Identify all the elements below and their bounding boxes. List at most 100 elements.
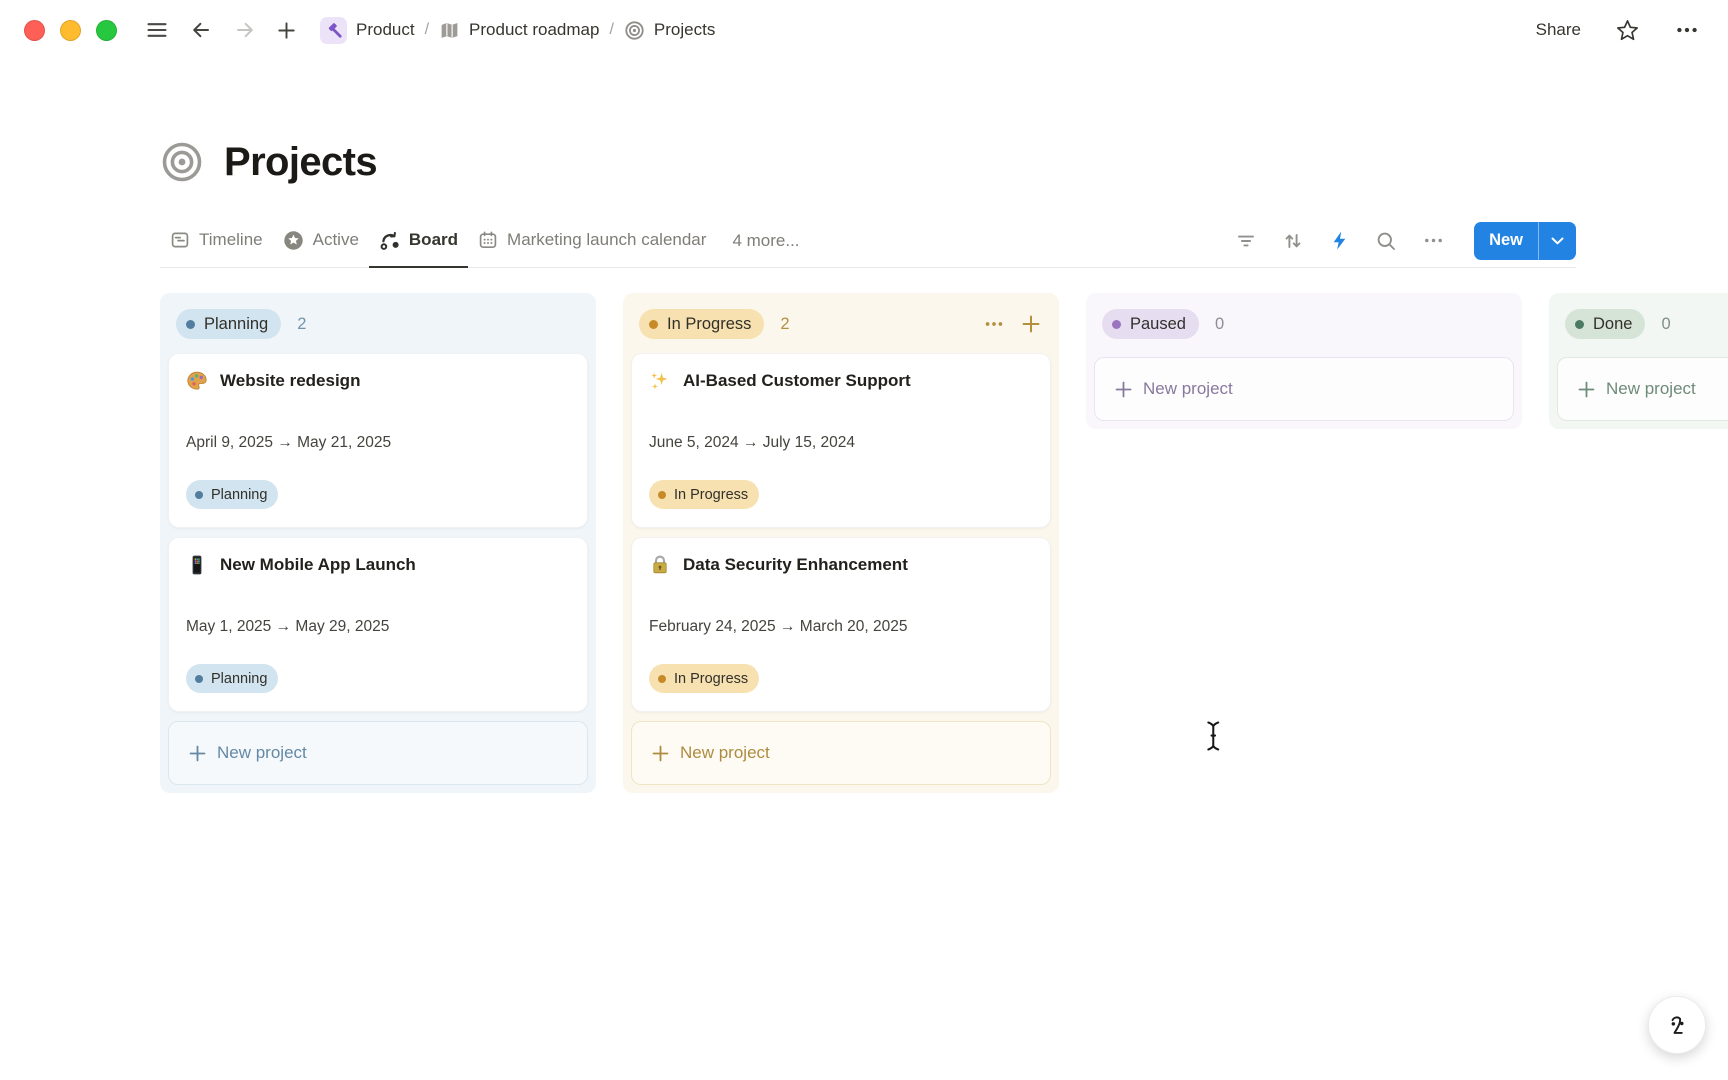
- tab-active[interactable]: Active: [273, 215, 369, 268]
- page-options-button[interactable]: [1674, 17, 1700, 43]
- plus-icon: [1021, 314, 1041, 334]
- sort-icon: [1282, 230, 1304, 252]
- project-card-data-security-enhancement[interactable]: Data Security Enhancement February 24, 2…: [631, 537, 1051, 712]
- breadcrumb-projects[interactable]: Projects: [618, 16, 721, 45]
- target-icon[interactable]: [160, 140, 204, 184]
- lock-icon: [649, 554, 671, 576]
- project-card-ai-based-customer-support[interactable]: AI-Based Customer Support June 5, 2024 →…: [631, 353, 1051, 528]
- page-header: Projects: [160, 136, 1728, 188]
- card-title: Website redesign: [220, 371, 360, 391]
- lightning-bolt-icon: [1329, 230, 1350, 251]
- close-window-button[interactable]: [24, 20, 45, 41]
- breadcrumb-label: Product: [356, 20, 415, 40]
- status-dot-icon: [1575, 320, 1584, 329]
- column-header: Done 0: [1557, 301, 1728, 353]
- filter-button[interactable]: [1235, 230, 1257, 252]
- column-name: Done: [1593, 315, 1632, 334]
- card-date-range: June 5, 2024 → July 15, 2024: [649, 434, 1033, 452]
- new-project-button[interactable]: New project: [168, 721, 588, 785]
- column-status-pill[interactable]: In Progress: [639, 309, 764, 339]
- tab-timeline[interactable]: Timeline: [160, 215, 273, 268]
- hamburger-icon: [145, 18, 169, 42]
- card-date-range: April 9, 2025 → May 21, 2025: [186, 434, 570, 452]
- tab-label: Active: [313, 230, 359, 250]
- new-project-label: New project: [680, 743, 770, 763]
- search-button[interactable]: [1375, 230, 1397, 252]
- column-name: Planning: [204, 315, 268, 334]
- card-status-pill: Planning: [186, 480, 278, 509]
- board-view: Planning 2 Website redesign: [160, 293, 1728, 793]
- tab-label: Board: [409, 230, 458, 250]
- breadcrumb: Product / Product roadmap / Projects: [314, 13, 721, 48]
- minimize-window-button[interactable]: [60, 20, 81, 41]
- breadcrumb-label: Projects: [654, 20, 715, 40]
- target-icon: [624, 20, 645, 41]
- filter-icon: [1235, 230, 1257, 252]
- new-project-button[interactable]: New project: [1557, 357, 1728, 421]
- card-status-label: Planning: [211, 487, 267, 503]
- new-split-button: New: [1474, 222, 1576, 260]
- back-button[interactable]: [189, 18, 213, 42]
- sidebar-toggle-button[interactable]: [145, 18, 169, 42]
- map-icon: [439, 20, 460, 41]
- card-title: AI-Based Customer Support: [683, 371, 911, 391]
- palette-icon: [186, 370, 208, 392]
- card-title: Data Security Enhancement: [683, 555, 908, 575]
- column-status-pill[interactable]: Paused: [1102, 309, 1199, 339]
- card-status-pill: In Progress: [649, 480, 759, 509]
- breadcrumb-product-roadmap[interactable]: Product roadmap: [433, 16, 605, 45]
- breadcrumb-separator: /: [609, 21, 613, 39]
- ellipsis-icon: [983, 313, 1005, 335]
- zoom-window-button[interactable]: [96, 20, 117, 41]
- column-header: Paused 0: [1094, 301, 1514, 353]
- board-view-icon: [379, 230, 400, 251]
- favorite-button[interactable]: [1615, 18, 1640, 43]
- column-add-card-button[interactable]: [1021, 314, 1041, 334]
- plus-icon: [189, 745, 206, 762]
- new-project-label: New project: [1143, 379, 1233, 399]
- sort-button[interactable]: [1282, 230, 1304, 252]
- tab-marketing-launch-calendar[interactable]: Marketing launch calendar: [468, 215, 716, 268]
- column-count: 2: [780, 315, 789, 334]
- project-card-website-redesign[interactable]: Website redesign April 9, 2025 → May 21,…: [168, 353, 588, 528]
- text-ibeam-cursor: [1200, 718, 1227, 759]
- more-views-button[interactable]: 4 more...: [732, 231, 799, 251]
- breadcrumb-product[interactable]: Product: [314, 13, 421, 48]
- board-column-done: Done 0 New project: [1549, 293, 1728, 429]
- automations-button[interactable]: [1329, 230, 1350, 251]
- tab-board[interactable]: Board: [369, 215, 468, 268]
- board-column-planning: Planning 2 Website redesign: [160, 293, 596, 793]
- column-header: Planning 2: [168, 301, 588, 353]
- timeline-view-icon: [170, 230, 190, 250]
- column-options-button[interactable]: [983, 313, 1005, 335]
- share-button[interactable]: Share: [1536, 20, 1581, 40]
- ai-face-icon: [1664, 1012, 1691, 1039]
- tab-label: Timeline: [199, 230, 263, 250]
- card-status-label: In Progress: [674, 671, 748, 687]
- forward-button[interactable]: [233, 18, 257, 42]
- star-circle-icon: [283, 230, 304, 251]
- new-project-button[interactable]: New project: [1094, 357, 1514, 421]
- new-project-label: New project: [217, 743, 307, 763]
- column-status-pill[interactable]: Done: [1565, 309, 1645, 339]
- new-button[interactable]: New: [1474, 222, 1538, 260]
- mobile-phone-icon: [186, 554, 208, 576]
- window-controls: [24, 20, 117, 41]
- hammer-icon: [320, 17, 347, 44]
- column-count: 2: [297, 315, 306, 334]
- tab-label: Marketing launch calendar: [507, 230, 706, 250]
- notion-ai-button[interactable]: [1648, 996, 1706, 1054]
- view-tab-bar: Timeline Active Board: [160, 214, 1576, 268]
- new-project-button[interactable]: New project: [631, 721, 1051, 785]
- new-button-dropdown[interactable]: [1539, 222, 1576, 260]
- plus-icon: [275, 19, 298, 42]
- column-name: Paused: [1130, 315, 1186, 334]
- view-options-button[interactable]: [1422, 229, 1445, 252]
- card-date-range: February 24, 2025 → March 20, 2025: [649, 618, 1033, 636]
- new-page-button[interactable]: [275, 19, 298, 42]
- ellipsis-icon: [1422, 229, 1445, 252]
- column-status-pill[interactable]: Planning: [176, 309, 281, 339]
- project-card-new-mobile-app-launch[interactable]: New Mobile App Launch May 1, 2025 → May …: [168, 537, 588, 712]
- back-arrow-icon: [189, 18, 213, 42]
- column-header: In Progress 2: [631, 301, 1051, 353]
